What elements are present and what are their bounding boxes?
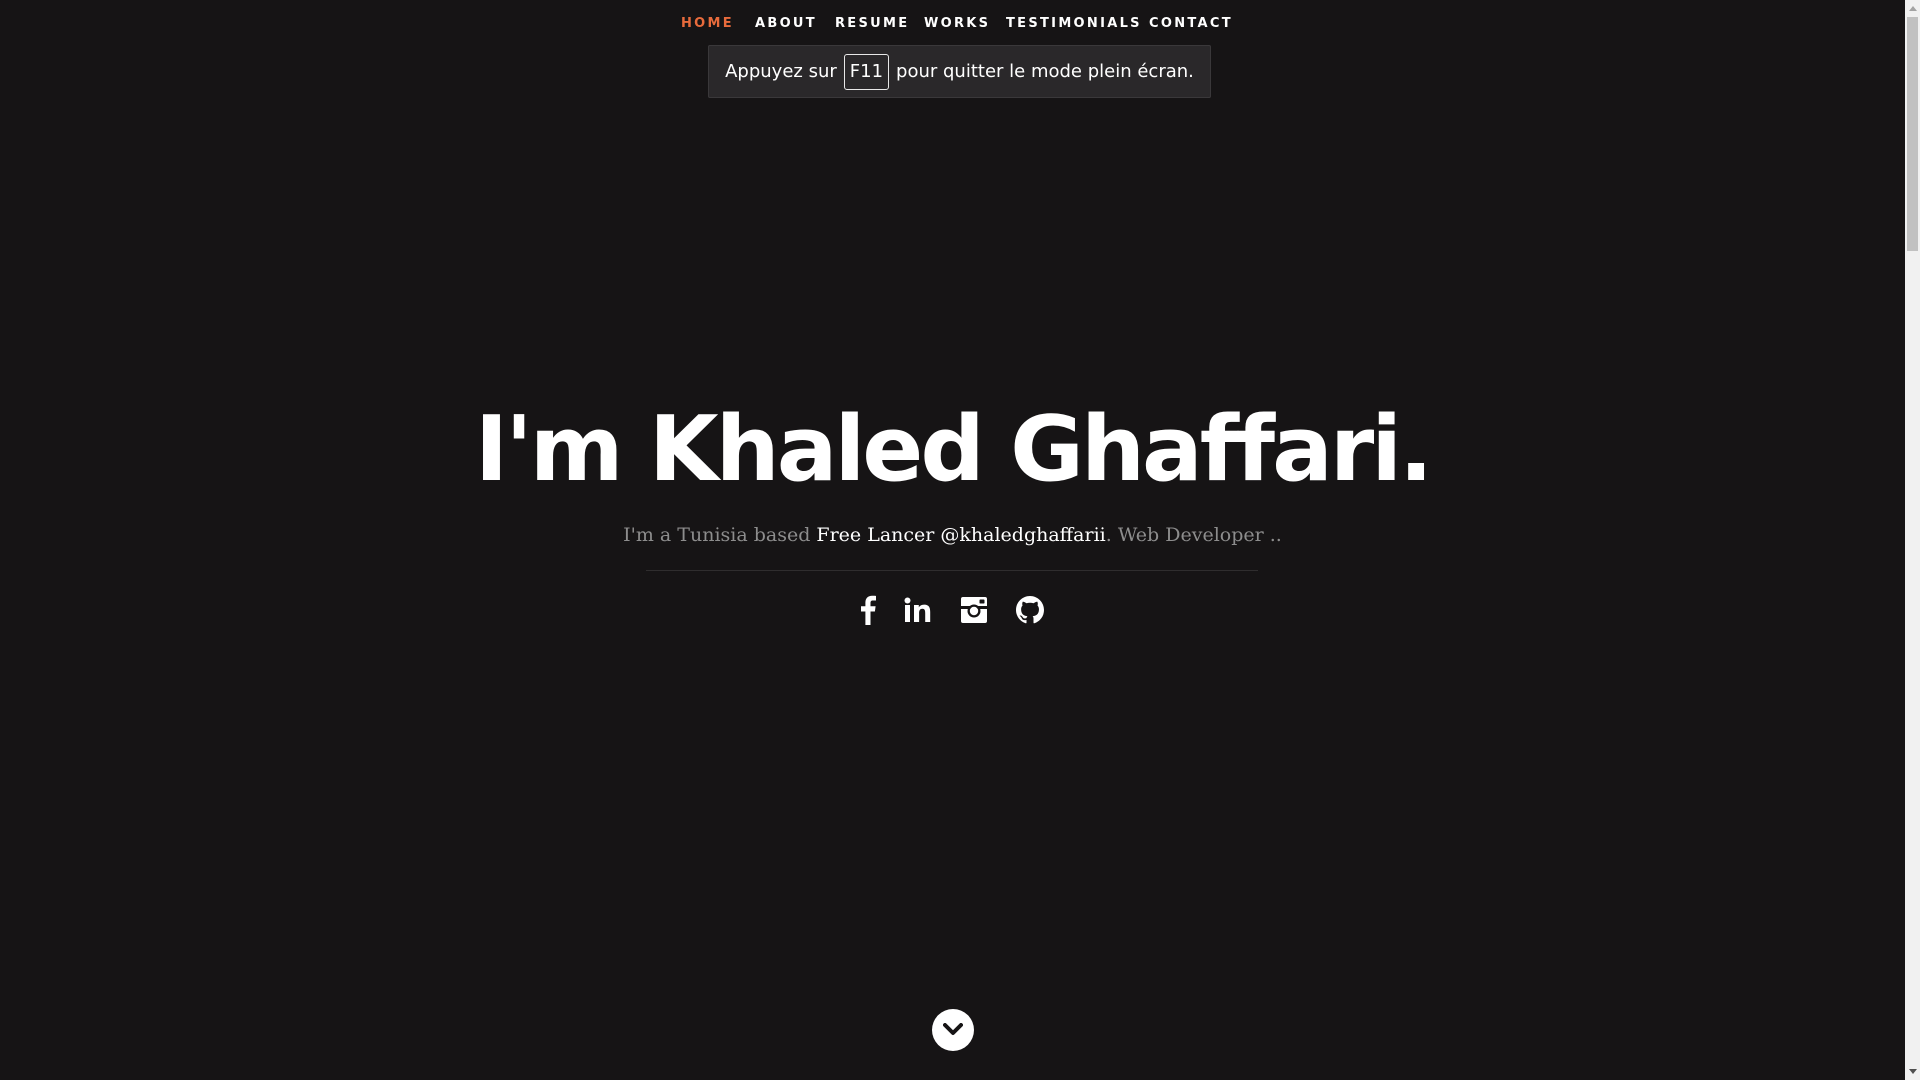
hero-divider (646, 570, 1258, 571)
scrollbar-thumb[interactable] (1907, 17, 1918, 251)
vertical-scrollbar[interactable] (1905, 0, 1920, 1080)
hero-title: I'm Khaled Ghaffari. (474, 397, 1434, 502)
nav-contact[interactable]: CONTACT (1149, 14, 1233, 34)
fullscreen-notice-before: Appuyez sur (725, 61, 837, 82)
scroll-down-arrow-icon[interactable] (1905, 1063, 1920, 1080)
fullscreen-notice-after: pour quitter le mode plein écran. (896, 61, 1194, 82)
fullscreen-notice: Appuyez sur F11 pour quitter le mode ple… (708, 45, 1211, 98)
nav-home[interactable]: HOME (681, 14, 734, 34)
fullscreen-key: F11 (843, 53, 890, 90)
nav-resume[interactable]: RESUME (835, 14, 909, 34)
page: HOME ABOUT RESUME WORKS TESTIMONIALS CON… (0, 0, 1905, 1080)
linkedin-icon (904, 597, 931, 622)
hero-subtitle-suffix: . Web Developer .. (1105, 524, 1282, 546)
github-icon (1016, 596, 1044, 624)
github-link[interactable] (1012, 592, 1048, 628)
scroll-down-button[interactable] (932, 1009, 974, 1051)
linkedin-link[interactable] (900, 592, 936, 628)
nav-testimonials[interactable]: TESTIMONIALS (1006, 14, 1142, 34)
scroll-up-arrow-icon[interactable] (1905, 0, 1920, 17)
hero-subtitle: I'm a Tunisia based Free Lancer @khaledg… (0, 520, 1905, 550)
facebook-link[interactable] (850, 592, 886, 628)
instagram-icon (961, 597, 987, 623)
chevron-down-icon (943, 1023, 963, 1035)
social-links (0, 592, 1905, 628)
nav-works[interactable]: WORKS (924, 14, 990, 34)
facebook-icon (861, 595, 876, 625)
nav-about[interactable]: ABOUT (755, 14, 817, 34)
hero-subtitle-prefix: I'm a Tunisia based (623, 524, 817, 546)
hero-subtitle-highlight: Free Lancer @khaledghaffarii (816, 524, 1106, 546)
instagram-link[interactable] (956, 592, 992, 628)
main-nav: HOME ABOUT RESUME WORKS TESTIMONIALS CON… (0, 14, 1905, 34)
